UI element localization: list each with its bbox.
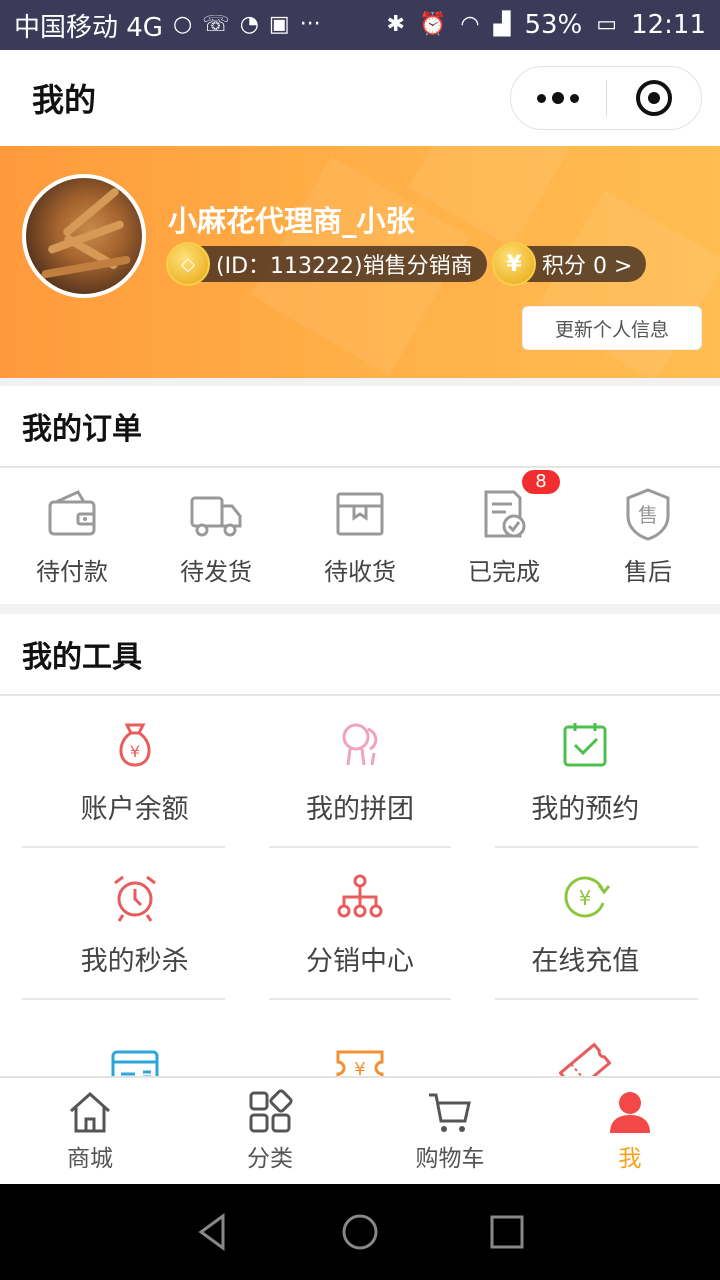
missed-call-icon: ☏ [202, 12, 230, 37]
tool-label: 我的拼团 [305, 793, 414, 825]
tab-mall[interactable]: 商城 [0, 1078, 180, 1184]
more-notifications-icon: ··· [299, 12, 321, 37]
tool-label: 账户余额 [80, 793, 189, 825]
truck-icon [190, 496, 242, 536]
tool-distribution-center[interactable]: 分销中心 [247, 848, 472, 1000]
tab-label: 分类 [247, 1146, 293, 1172]
back-triangle-icon[interactable] [193, 1212, 233, 1252]
clock-time: 12:11 [631, 10, 706, 40]
cart-icon [429, 1093, 471, 1132]
tool-group-buy[interactable]: 我的拼团 [247, 696, 472, 848]
recents-square-icon[interactable] [487, 1212, 527, 1252]
tool-label: 我的预约 [531, 793, 640, 825]
more-dots-icon [537, 93, 547, 103]
member-id-text: (ID：113222)销售分销商 [216, 254, 473, 279]
chat-bubble-icon: ○ [172, 12, 193, 37]
network-icon [337, 874, 383, 917]
svg-text:¥: ¥ [130, 742, 140, 761]
wallet-icon [48, 489, 96, 535]
order-pending-shipment[interactable]: 待发货 [156, 486, 276, 587]
yen-coin-icon: ¥ [492, 242, 536, 286]
home-icon [69, 1091, 111, 1133]
tool-card[interactable] [22, 1000, 247, 1076]
tab-category[interactable]: 分类 [180, 1078, 360, 1184]
points-text: 积分 0 > [542, 254, 633, 279]
order-status-row: 待付款 待发货 待收货 8 已完成 售 售后 [0, 468, 720, 604]
my-tools-section: 我的工具 ¥ 账户余额 我的拼团 我的预约 我的秒杀 分销中心 ¥ 在线充值 ¥ [0, 614, 720, 1076]
order-completed[interactable]: 8 已完成 [444, 469, 564, 587]
order-item-label: 待付款 [36, 557, 108, 586]
alarm-clock-icon [113, 875, 156, 922]
recharge-icon: ¥ [564, 876, 611, 917]
tool-flash-sale[interactable]: 我的秒杀 [22, 848, 247, 1000]
tool-account-balance[interactable]: ¥ 账户余额 [22, 696, 247, 848]
tab-me[interactable]: 我 [540, 1078, 720, 1184]
profile-banner: 小麻花代理商_小张 ◇ (ID：113222)销售分销商 ¥ 积分 0 > 更新… [0, 146, 720, 378]
carrier-text: 中国移动 4G [14, 12, 163, 43]
user-name: 小麻花代理商_小张 [168, 204, 415, 238]
close-miniprogram-button[interactable] [606, 66, 701, 130]
member-id-badge: ◇ (ID：113222)销售分销商 [166, 242, 487, 286]
after-sale-shield-icon: 售 [626, 487, 670, 541]
headset-icon: ◔ [239, 12, 259, 37]
order-item-label: 已完成 [468, 557, 540, 586]
tool-label: 分销中心 [305, 945, 414, 977]
notification-app-icon: ▣ [268, 12, 290, 37]
tab-label: 我 [618, 1146, 642, 1172]
page-title: 我的 [32, 81, 97, 119]
completed-count-badge: 8 [522, 469, 560, 494]
order-pending-receipt[interactable]: 待收货 [300, 486, 420, 587]
user-icon [610, 1092, 650, 1133]
miniprogram-capsule [510, 66, 702, 130]
tool-label: 我的秒杀 [80, 945, 189, 977]
order-item-label: 待收货 [324, 557, 396, 586]
wifi-icon: ◠ [460, 12, 480, 37]
my-orders-section: 我的订单 待付款 待发货 待收货 8 已完成 售 售后 [0, 386, 720, 604]
bottom-tab-bar: 商城 分类 购物车 我 [0, 1076, 720, 1184]
tool-label: 在线充值 [531, 945, 640, 977]
completed-doc-icon [484, 490, 526, 537]
order-item-label: 待发货 [180, 557, 252, 586]
tool-reservation[interactable]: 我的预约 [473, 696, 699, 848]
tab-cart[interactable]: 购物车 [360, 1078, 540, 1184]
money-bag-icon: ¥ [119, 723, 151, 767]
tool-online-recharge[interactable]: ¥ 在线充值 [473, 848, 699, 1000]
orders-title: 我的订单 [0, 386, 720, 468]
avatar[interactable] [22, 174, 146, 298]
system-navigation-bar [0, 1184, 720, 1280]
category-icon [249, 1089, 293, 1133]
alarm-icon: ⏰ [418, 12, 447, 37]
title-bar: 我的 [0, 50, 720, 146]
package-icon [336, 492, 384, 535]
svg-text:¥: ¥ [579, 886, 592, 910]
more-menu-button[interactable] [511, 66, 606, 130]
group-icon [342, 723, 378, 765]
target-close-icon [635, 80, 672, 116]
tool-coupon[interactable]: ¥ [247, 1000, 472, 1076]
ticket-icon [559, 1042, 612, 1076]
tools-title: 我的工具 [0, 614, 720, 696]
order-item-label: 售后 [624, 557, 672, 586]
update-profile-button[interactable]: 更新个人信息 [522, 306, 702, 350]
tab-label: 购物车 [415, 1146, 485, 1172]
signal-icon: ▟ [493, 12, 511, 37]
home-circle-icon[interactable] [340, 1212, 380, 1252]
order-after-sale[interactable]: 售 售后 [588, 486, 708, 587]
svg-text:¥: ¥ [354, 1059, 365, 1076]
tool-ticket[interactable] [473, 1000, 698, 1076]
calendar-check-icon [563, 722, 607, 766]
battery-icon: ▭ [596, 12, 618, 37]
order-pending-payment[interactable]: 待付款 [12, 486, 132, 587]
bluetooth-icon: ✱ [386, 12, 405, 37]
tools-grid: ¥ 账户余额 我的拼团 我的预约 我的秒杀 分销中心 ¥ 在线充值 ¥ [0, 696, 720, 1076]
svg-text:售: 售 [638, 503, 658, 527]
status-bar: 中国移动 4G ○ ☏ ◔ ▣ ··· ✱ ⏰ ◠ ▟ 53% ▭ 12:11 [0, 0, 720, 50]
points-link[interactable]: ¥ 积分 0 > [492, 242, 647, 286]
tab-label: 商城 [67, 1146, 113, 1172]
card-icon [111, 1050, 159, 1076]
vip-diamond-icon: ◇ [166, 242, 210, 286]
battery-percent: 53% [524, 10, 583, 40]
coupon-icon: ¥ [336, 1050, 384, 1076]
